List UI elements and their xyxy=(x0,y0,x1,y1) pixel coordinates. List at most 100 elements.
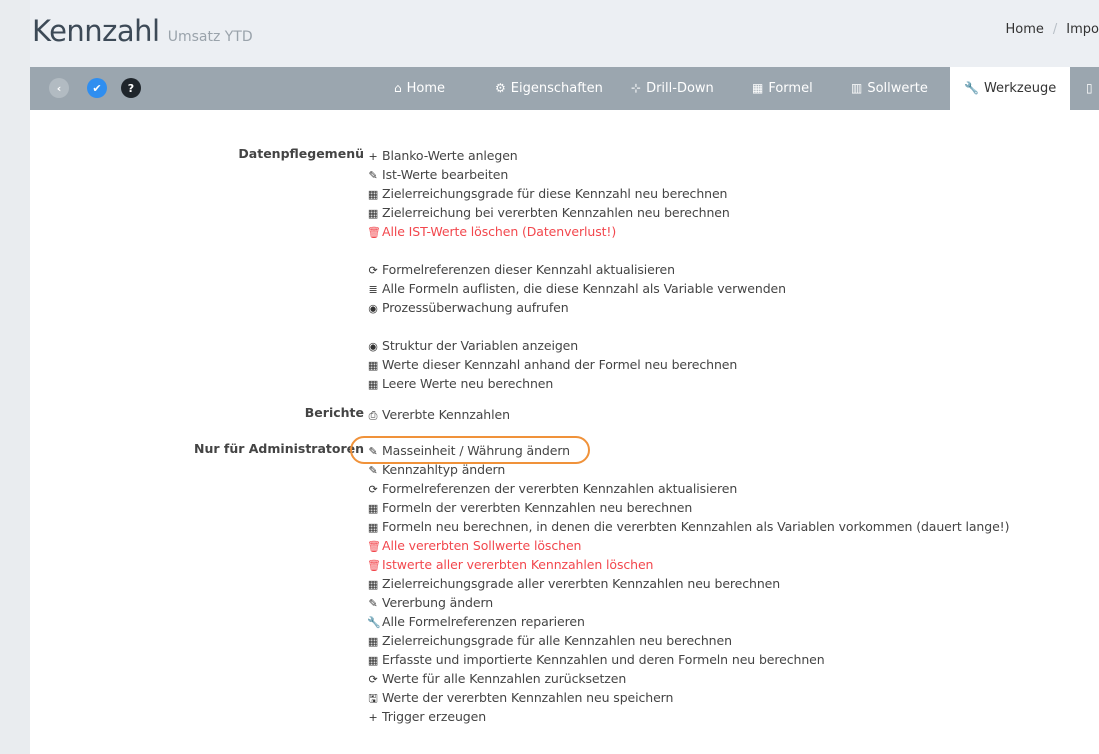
action-link-label: Istwerte aller vererbten Kennzahlen lösc… xyxy=(382,557,654,572)
action-link[interactable]: ✎ Vererbung ändern xyxy=(367,593,1009,612)
action-link-label: Vererbung ändern xyxy=(382,595,494,610)
action-link-label: Alle Formelreferenzen reparieren xyxy=(382,614,585,629)
calculator-icon: ▦ xyxy=(367,207,379,220)
left-sidebar-strip xyxy=(0,0,30,754)
action-link[interactable]: ▦ Zielerreichung bei vererbten Kennzahlen… xyxy=(367,203,786,222)
action-link[interactable]: ▦ Erfasste und importierte Kennzahlen und… xyxy=(367,650,1009,669)
page-header: Kennzahl Umsatz YTD Home / Impo xyxy=(30,0,1099,67)
action-link[interactable]: ◉ Prozessüberwachung aufrufen xyxy=(367,298,786,317)
section-label-admin: Nur für Administratoren xyxy=(194,441,364,456)
action-link-label: Leere Werte neu berechnen xyxy=(382,376,554,391)
berichte-links: ⎙ Vererbte Kennzahlen xyxy=(367,405,510,424)
action-link[interactable]: ▦ Formeln neu berechnen, in denen die ver… xyxy=(367,517,1010,536)
bar-chart-icon: ▥ xyxy=(851,81,863,95)
back-button[interactable]: ‹ xyxy=(49,78,69,98)
action-link[interactable]: ⟳ Formelreferenzen dieser Kennzahl aktual… xyxy=(367,260,786,279)
refresh-icon: ⟳ xyxy=(368,673,378,686)
action-link-label: Prozessüberwachung aufrufen xyxy=(382,300,569,315)
tab-werkzeuge[interactable]: 🔧 Werkzeuge xyxy=(950,67,1071,110)
tab-navbar: ‹ ✔ ? ⌂ Home ⚙ Eigenschaften ⊹ Drill-Down ▦… xyxy=(30,67,1099,110)
tab-home-label: Home xyxy=(406,81,446,96)
action-link[interactable]: ⎙ Vererbte Kennzahlen xyxy=(367,405,510,424)
page-title: Kennzahl Umsatz YTD xyxy=(32,14,253,48)
breadcrumb-home[interactable]: Home xyxy=(1006,22,1044,37)
highlight-ring xyxy=(350,436,590,464)
check-icon: ✔ xyxy=(92,81,102,95)
list-icon: ≣ xyxy=(368,283,378,296)
calculator-icon: ▦ xyxy=(367,359,379,372)
action-link[interactable]: ≣ Alle Formeln auflisten, die diese Kennz… xyxy=(367,279,786,298)
action-link[interactable]: 🔧Alle Formelreferenzen reparieren xyxy=(367,612,1009,631)
chevron-left-icon: ‹ xyxy=(56,81,62,95)
action-link[interactable]: 🗑Alle IST-Werte löschen (Datenverlust!) xyxy=(367,222,786,241)
action-link-label: Formeln der vererbten Kennzahlen neu ber… xyxy=(382,500,693,515)
wrench-icon: 🔧 xyxy=(964,81,979,95)
tab-drill-down[interactable]: ⊹ Drill-Down xyxy=(631,67,714,110)
calculator-icon: ▦ xyxy=(367,502,379,515)
tab-eigenschaften[interactable]: ⚙ Eigenschaften xyxy=(495,67,603,110)
action-link-label: Zielerreichungsgrade für diese Kennzahl … xyxy=(382,186,728,201)
pencil-icon: ✎ xyxy=(368,597,378,610)
action-link[interactable]: ▦ Formeln der vererbten Kennzahlen neu be… xyxy=(367,498,1009,517)
action-link[interactable]: 🗑Alle vererbten Sollwerte löschen xyxy=(367,536,1009,555)
action-link-label: Ist-Werte bearbeiten xyxy=(382,167,509,182)
question-icon: ? xyxy=(127,81,135,95)
action-link-label: Alle IST-Werte löschen (Datenverlust!) xyxy=(382,224,617,239)
action-link-label: Zielerreichungsgrade aller vererbten Ken… xyxy=(382,576,781,591)
file-icon: ▯ xyxy=(1086,81,1093,95)
action-link[interactable]: + Blanko-Werte anlegen xyxy=(367,146,786,165)
action-link[interactable]: ▦ Zielerreichungsgrade aller vererbten Ke… xyxy=(367,574,1009,593)
action-link-label: Zielerreichung bei vererbten Kennzahlen … xyxy=(382,205,730,220)
action-link[interactable]: ✎ Ist-Werte bearbeiten xyxy=(367,165,786,184)
calculator-icon: ▦ xyxy=(752,81,764,95)
tab-drill-down-label: Drill-Down xyxy=(646,81,714,96)
print-icon: ⎙ xyxy=(368,409,378,422)
action-link[interactable]: ▦ Werte dieser Kennzahl anhand der Formel… xyxy=(367,355,786,374)
action-link[interactable]: ⟳ Formelreferenzen der vererbten Kennzahl… xyxy=(367,479,1009,498)
action-link[interactable]: ⟳ Werte für alle Kennzahlen zurücksetzen xyxy=(367,669,1009,688)
tab-formel[interactable]: ▦ Formel xyxy=(752,67,813,110)
tab-eigenschaften-label: Eigenschaften xyxy=(510,81,603,96)
action-link-label: Vererbte Kennzahlen xyxy=(382,407,510,422)
action-link-label: Struktur der Variablen anzeigen xyxy=(382,338,579,353)
calculator-icon: ▦ xyxy=(367,578,379,591)
action-link-label: Werte für alle Kennzahlen zurücksetzen xyxy=(382,671,627,686)
action-link-label: Werte der vererbten Kennzahlen neu speic… xyxy=(382,690,674,705)
trash-icon: 🗑 xyxy=(367,559,381,572)
tab-document[interactable]: ▯ xyxy=(1086,67,1098,110)
trash-icon: 🗑 xyxy=(367,226,381,239)
action-link-label: Alle Formeln auflisten, die diese Kennza… xyxy=(382,281,786,296)
action-link-label: Erfasste und importierte Kennzahlen und … xyxy=(382,652,825,667)
action-link[interactable]: + Trigger erzeugen xyxy=(367,707,1009,726)
page-title-main: Kennzahl xyxy=(32,14,160,48)
check-button[interactable]: ✔ xyxy=(87,78,107,98)
tab-sollwerte[interactable]: ▥ Sollwerte xyxy=(851,67,928,110)
datenpflege-links: + Blanko-Werte anlegen ✎ Ist-Werte bearbeit… xyxy=(367,146,786,393)
breadcrumb-import[interactable]: Impo xyxy=(1066,22,1099,37)
plus-icon: + xyxy=(368,711,378,724)
action-link[interactable]: ▦ Leere Werte neu berechnen xyxy=(367,374,786,393)
calculator-icon: ▦ xyxy=(367,188,379,201)
tab-sollwerte-label: Sollwerte xyxy=(867,81,928,96)
save-icon: 🖫 xyxy=(368,692,378,705)
breadcrumb: Home / Impo xyxy=(1006,22,1099,37)
calculator-icon: ▦ xyxy=(367,521,379,534)
eye-icon: ◉ xyxy=(368,302,378,315)
action-link[interactable]: ▦ Zielerreichungsgrade für diese Kennzahl… xyxy=(367,184,786,203)
action-link[interactable]: ▦ Zielerreichungsgrade für alle Kennzahle… xyxy=(367,631,1009,650)
tab-werkzeuge-label: Werkzeuge xyxy=(983,81,1057,96)
action-link[interactable]: ◉ Struktur der Variablen anzeigen xyxy=(367,336,786,355)
calculator-icon: ▦ xyxy=(367,378,379,391)
tab-home[interactable]: ⌂ Home xyxy=(394,67,445,110)
action-link[interactable]: 🖫 Werte der vererbten Kennzahlen neu spei… xyxy=(367,688,1009,707)
breadcrumb-separator: / xyxy=(1052,22,1058,37)
refresh-icon: ⟳ xyxy=(368,264,378,277)
help-button[interactable]: ? xyxy=(121,78,141,98)
main-content: Datenpflegemenü + Blanko-Werte anlegen ✎ Is… xyxy=(30,110,1099,754)
action-link-label: Werte dieser Kennzahl anhand der Formel … xyxy=(382,357,738,372)
calculator-icon: ▦ xyxy=(367,654,379,667)
action-link[interactable]: 🗑Istwerte aller vererbten Kennzahlen lös… xyxy=(367,555,1009,574)
action-link-label: Formeln neu berechnen, in denen die vere… xyxy=(382,519,1010,534)
